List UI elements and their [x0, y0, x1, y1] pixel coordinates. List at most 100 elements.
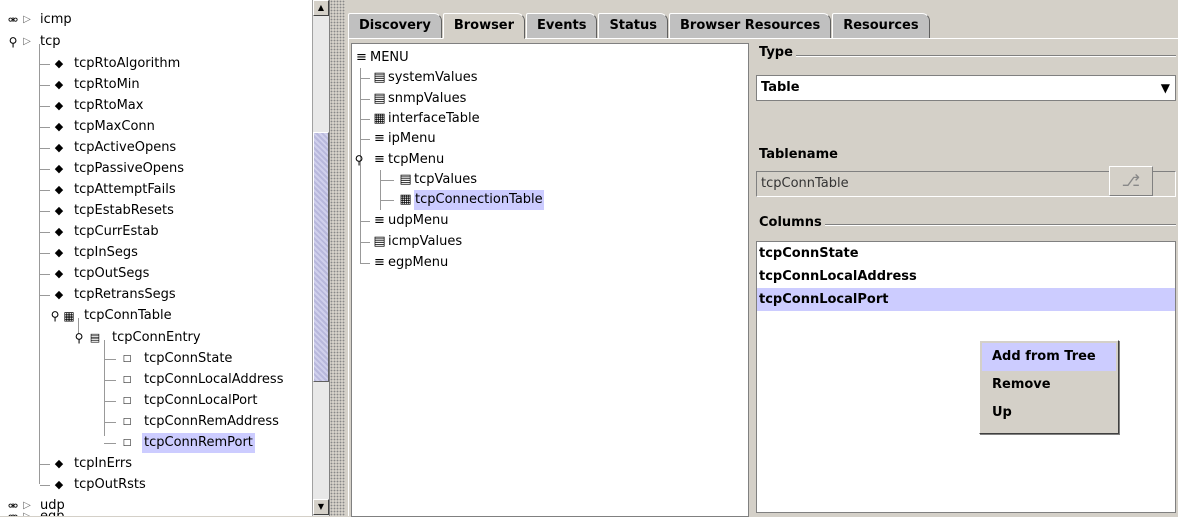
- tree-node-scalar[interactable]: ◆ tcpRtoAlgorithm: [40, 54, 182, 74]
- remove-menu-item[interactable]: Remove: [982, 371, 1116, 399]
- menu-tree-item[interactable]: ▤ snmpValues: [360, 89, 466, 109]
- tree-node-scalar[interactable]: ◆ tcpRetransSegs: [40, 285, 178, 305]
- menu-tree-item[interactable]: ≡ udpMenu: [360, 211, 448, 231]
- tree-node-tcpconnentry[interactable]: ⚲ ▤ tcpConnEntry: [72, 328, 203, 348]
- add-from-tree-menu-item[interactable]: Add from Tree: [982, 343, 1116, 371]
- menu-tree-item[interactable]: ▦ interfaceTable: [360, 109, 480, 129]
- table-icon: ▦: [373, 111, 386, 126]
- tree-node-scalar[interactable]: ◆ tcpPassiveOpens: [40, 159, 186, 179]
- columns-list-item[interactable]: tcpConnLocalAddress: [757, 265, 1175, 288]
- scalar-icon: ◆: [54, 99, 64, 112]
- expand-key-icon[interactable]: ⚮: [6, 512, 20, 516]
- collapse-key-icon[interactable]: ⚲: [6, 32, 20, 52]
- scrollbar-thumb[interactable]: [313, 132, 329, 382]
- type-select[interactable]: Table ▼: [756, 75, 1176, 101]
- menu-root-label: MENU: [370, 50, 409, 65]
- group-divider: [821, 224, 1176, 226]
- tree-node-label: tcpInSegs: [74, 245, 138, 260]
- group-divider: [791, 55, 1176, 57]
- entry-icon: ▤: [89, 331, 101, 344]
- mib-tree-scrollbar[interactable]: ▲ ▼: [312, 0, 329, 516]
- tree-node-column[interactable]: □ tcpConnLocalPort: [104, 391, 259, 411]
- expand-key-icon[interactable]: ⚮: [6, 10, 20, 30]
- menu-icon: ≡: [374, 131, 385, 146]
- menu-tree-item[interactable]: ▤ systemValues: [360, 68, 477, 88]
- scalar-icon: ◆: [54, 246, 64, 259]
- menu-tree-item-tcpmenu[interactable]: ⚲ ≡ tcpMenu: [352, 150, 445, 170]
- menu-item-properties: Type Table ▼ Tablename tcpConnTable ⎇ Co…: [751, 39, 1178, 517]
- menu-item-label: snmpValues: [388, 91, 467, 106]
- menu-tree-item[interactable]: ≡ ipMenu: [360, 129, 436, 149]
- columns-list-item-selected[interactable]: tcpConnLocalPort: [757, 288, 1175, 311]
- tree-node-scalar[interactable]: ◆ tcpInErrs: [40, 454, 134, 474]
- tree-node-label: tcpConnEntry: [112, 330, 201, 345]
- tree-node-scalar[interactable]: ◆ tcpOutRsts: [40, 475, 148, 495]
- menu-item-label: icmpValues: [388, 234, 463, 249]
- tree-node-label: tcpConnRemPort: [142, 433, 255, 453]
- tree-node-scalar[interactable]: ◆ tcpRtoMin: [40, 75, 142, 95]
- menu-tree-item-selected[interactable]: ▦ tcpConnectionTable: [380, 190, 544, 210]
- tree-node-label: tcpPassiveOpens: [74, 161, 185, 176]
- tree-node-scalar[interactable]: ◆ tcpActiveOpens: [40, 138, 178, 158]
- collapse-key-icon[interactable]: ⚲: [48, 306, 62, 326]
- menu-tree-panel: ≡ MENU ▤ systemValues ▤ snmpValues ▦ interf…: [351, 43, 749, 517]
- type-select-value: Table: [761, 80, 800, 95]
- split-pane-divider[interactable]: [330, 0, 345, 516]
- tree-node-scalar[interactable]: ◆ tcpEstabResets: [40, 201, 176, 221]
- tree-node-icmp[interactable]: ⚮ ▷ icmp: [6, 10, 74, 30]
- tree-node-label: tcpInErrs: [74, 456, 133, 471]
- menu-tree-root[interactable]: ≡ MENU: [354, 48, 409, 68]
- tree-node-column[interactable]: □ tcpConnRemAddress: [104, 412, 281, 432]
- menu-item-label: tcpMenu: [388, 152, 445, 167]
- tab-status[interactable]: Status: [598, 13, 668, 39]
- menu-tree-item[interactable]: ▤ tcpValues: [380, 170, 477, 190]
- tree-node-label: tcpConnLocalAddress: [144, 372, 284, 387]
- tree-node-label: tcpConnLocalPort: [144, 393, 258, 408]
- up-menu-item[interactable]: Up: [982, 399, 1116, 427]
- tree-node-label: tcpCurrEstab: [74, 224, 159, 239]
- scalar-icon: ◆: [54, 57, 64, 70]
- menu-item-label: systemValues: [388, 70, 478, 85]
- tree-node-label: tcpConnTable: [84, 308, 172, 323]
- tree-node-tcpconntable[interactable]: ⚲ ▦ tcpConnTable: [48, 306, 174, 326]
- tab-discovery[interactable]: Discovery: [348, 13, 442, 39]
- tree-node-column-selected[interactable]: □ tcpConnRemPort: [104, 433, 255, 453]
- tree-node-scalar[interactable]: ◆ tcpOutSegs: [40, 264, 151, 284]
- pick-from-tree-button[interactable]: ⎇: [1109, 166, 1153, 196]
- tree-node-scalar[interactable]: ◆ tcpAttemptFails: [40, 180, 178, 200]
- dropdown-arrow-icon[interactable]: ▼: [1161, 76, 1170, 100]
- tree-pick-icon: ⎇: [1121, 171, 1141, 190]
- tab-resources[interactable]: Resources: [832, 13, 930, 39]
- tree-node-scalar[interactable]: ◆ tcpRtoMax: [40, 96, 145, 116]
- tree-node-label: egp: [38, 512, 67, 516]
- scroll-up-arrow-icon[interactable]: ▲: [313, 0, 329, 16]
- column-icon: □: [122, 375, 132, 385]
- menu-icon: ≡: [374, 255, 385, 270]
- folder-icon: ▷: [23, 14, 31, 25]
- menu-item-label: ipMenu: [388, 131, 436, 146]
- menu-tree-item[interactable]: ▤ icmpValues: [360, 232, 462, 252]
- collapse-key-icon[interactable]: ⚲: [352, 150, 366, 170]
- tree-node-scalar[interactable]: ◆ tcpInSegs: [40, 243, 140, 263]
- scalar-icon: ◆: [54, 183, 64, 196]
- tree-node-label: tcp: [40, 34, 61, 49]
- tree-node-column[interactable]: □ tcpConnLocalAddress: [104, 370, 285, 390]
- tree-node-scalar[interactable]: ◆ tcpCurrEstab: [40, 222, 161, 242]
- mib-tree: ⚮ ▷ icmp ⚲ ▷ tcp ◆ tcpRtoAlgorithm ◆ tcpRt…: [0, 0, 312, 516]
- tree-node-tcp[interactable]: ⚲ ▷ tcp: [6, 32, 63, 52]
- tree-node-label: tcpConnRemAddress: [144, 414, 279, 429]
- tree-node-label: tcpOutSegs: [74, 266, 150, 281]
- tree-node-scalar[interactable]: ◆ tcpMaxConn: [40, 117, 157, 137]
- scalar-icon: ◆: [54, 141, 64, 154]
- tree-node-label: tcpEstabResets: [74, 203, 174, 218]
- tab-events[interactable]: Events: [526, 13, 598, 39]
- tab-browser[interactable]: Browser: [442, 13, 526, 39]
- scroll-down-arrow-icon[interactable]: ▼: [313, 499, 329, 515]
- collapse-key-icon[interactable]: ⚲: [72, 328, 86, 348]
- tab-browser-resources[interactable]: Browser Resources: [669, 13, 832, 39]
- columns-list-item[interactable]: tcpConnState: [757, 242, 1175, 265]
- tree-node-column[interactable]: □ tcpConnState: [104, 349, 234, 369]
- main-area: Discovery Browser Events Status Browser …: [345, 0, 1178, 517]
- tree-node-egp[interactable]: ⚮ ▷ egp: [6, 512, 67, 516]
- menu-tree-item[interactable]: ≡ egpMenu: [360, 253, 448, 273]
